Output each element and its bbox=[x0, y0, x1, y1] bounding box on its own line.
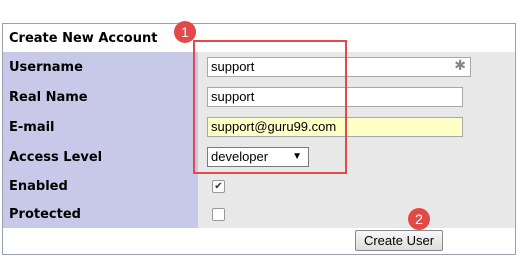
enabled-label: Enabled bbox=[3, 172, 198, 200]
username-label: Username bbox=[3, 52, 198, 82]
access-level-label: Access Level bbox=[3, 142, 198, 172]
protected-checkbox[interactable] bbox=[212, 208, 225, 221]
realname-label: Real Name bbox=[3, 82, 198, 112]
annotation-badge-2: 2 bbox=[408, 208, 430, 230]
form-footer-row: Create User bbox=[3, 228, 515, 254]
required-asterisk-icon: ✱ bbox=[454, 57, 466, 73]
checkmark-icon: ✔ bbox=[214, 181, 223, 192]
enabled-row: Enabled ✔ bbox=[3, 172, 515, 200]
form-title: Create New Account bbox=[3, 24, 198, 52]
protected-label: Protected bbox=[3, 200, 198, 228]
annotation-badge-1: 1 bbox=[174, 21, 196, 43]
create-user-button[interactable]: Create User bbox=[355, 230, 443, 251]
protected-row: Protected bbox=[3, 200, 515, 228]
email-label: E-mail bbox=[3, 112, 198, 142]
enabled-checkbox[interactable]: ✔ bbox=[212, 180, 225, 193]
annotation-highlight-box bbox=[193, 40, 347, 174]
